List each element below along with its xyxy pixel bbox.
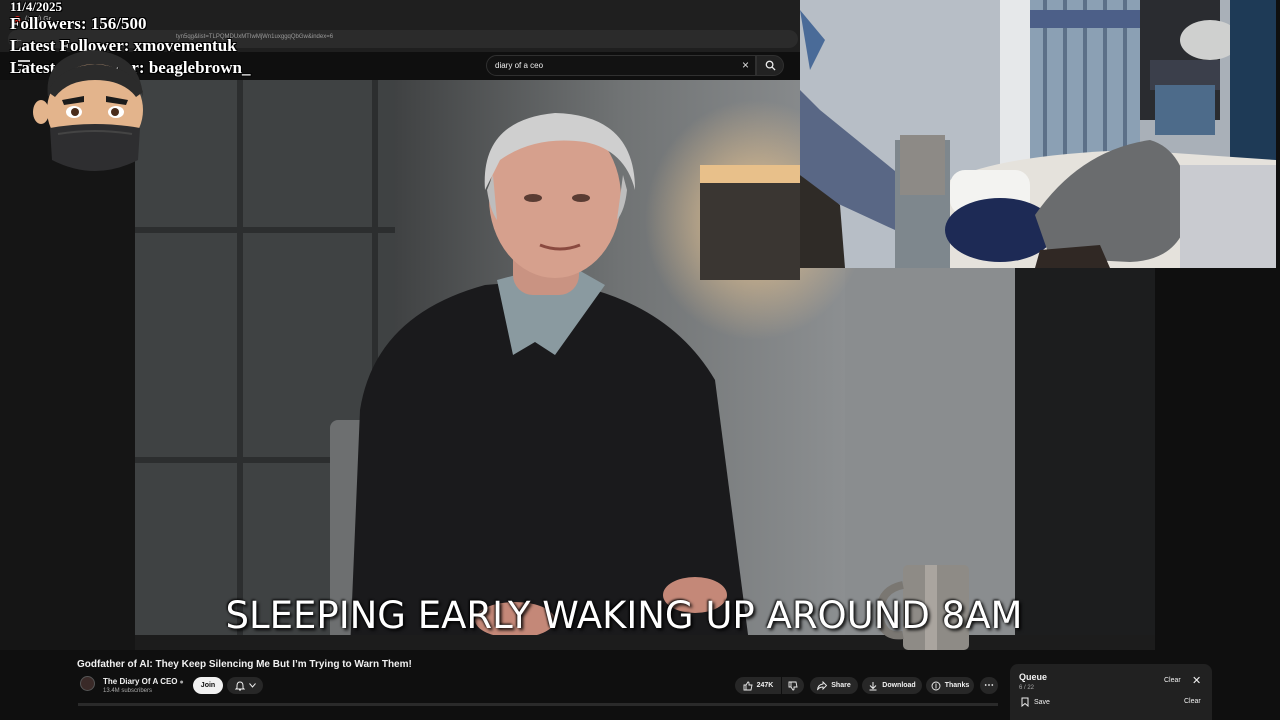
close-icon[interactable]: × (742, 58, 749, 72)
queue-save-clear-button[interactable]: Clear (1184, 698, 1201, 705)
queue-title: Queue (1019, 672, 1048, 682)
thanks-button[interactable]: Thanks (926, 677, 974, 694)
download-icon (869, 681, 877, 690)
stream-date: 11/4/2025 (10, 0, 63, 14)
queue-clear-button[interactable]: Clear (1164, 677, 1181, 684)
channel-avatar[interactable] (80, 676, 95, 691)
join-button[interactable]: Join (193, 677, 223, 694)
search-input[interactable]: diary of a ceo × (486, 55, 756, 76)
more-actions-button[interactable]: ⋯ (980, 677, 998, 694)
share-icon (817, 680, 828, 690)
video-title: Godfather of AI: They Keep Silencing Me … (77, 659, 412, 670)
thumbs-up-icon (743, 681, 753, 690)
queue-save-button[interactable]: Save (1021, 697, 1050, 707)
screen: (323) Gr tyn5qg&list=TLPQMDUxMTIwMjWn1ux… (0, 0, 1280, 720)
chevron-down-icon (248, 683, 256, 688)
notification-bell-button[interactable] (227, 677, 263, 694)
bell-icon (234, 680, 245, 690)
followers-goal: Followers: 156/500 (10, 14, 147, 33)
download-label: Download (882, 682, 916, 689)
dislike-button[interactable] (782, 677, 804, 694)
like-button[interactable]: 247K (735, 677, 781, 694)
search-query: diary of a ceo (495, 61, 544, 70)
search-button[interactable] (756, 55, 784, 76)
webcam-overlay (800, 0, 1276, 268)
bookmark-icon (1021, 697, 1029, 707)
queue-save-label: Save (1034, 698, 1050, 706)
share-button[interactable]: Share (810, 677, 858, 694)
close-icon[interactable]: ✕ (1192, 674, 1201, 687)
verified-icon: ● (179, 679, 184, 686)
channel-name-text: The Diary Of A CEO (103, 677, 178, 686)
webcam-frame (800, 0, 1276, 268)
subscriber-count: 13.4M subscribers (103, 688, 153, 694)
share-label: Share (831, 682, 851, 689)
more-horizontal-icon: ⋯ (984, 680, 994, 691)
mascot-avatar (33, 50, 144, 171)
queue-panel[interactable]: Queue 6 / 22 Clear ✕ Save Clear (1010, 664, 1212, 720)
download-button[interactable]: Download (862, 677, 922, 694)
search-icon (765, 60, 776, 71)
scroll-track (78, 703, 998, 706)
player-letterbox-right (1155, 268, 1280, 650)
queue-count: 6 / 22 (1019, 685, 1035, 691)
thanks-label: Thanks (944, 682, 970, 689)
stream-caption: SLEEPING EARLY WAKING UP AROUND 8AM (225, 594, 1023, 637)
like-count: 247K (756, 682, 774, 689)
thanks-icon (931, 681, 941, 690)
thumbs-down-icon (788, 681, 798, 690)
channel-name[interactable]: The Diary Of A CEO ● (103, 677, 184, 686)
